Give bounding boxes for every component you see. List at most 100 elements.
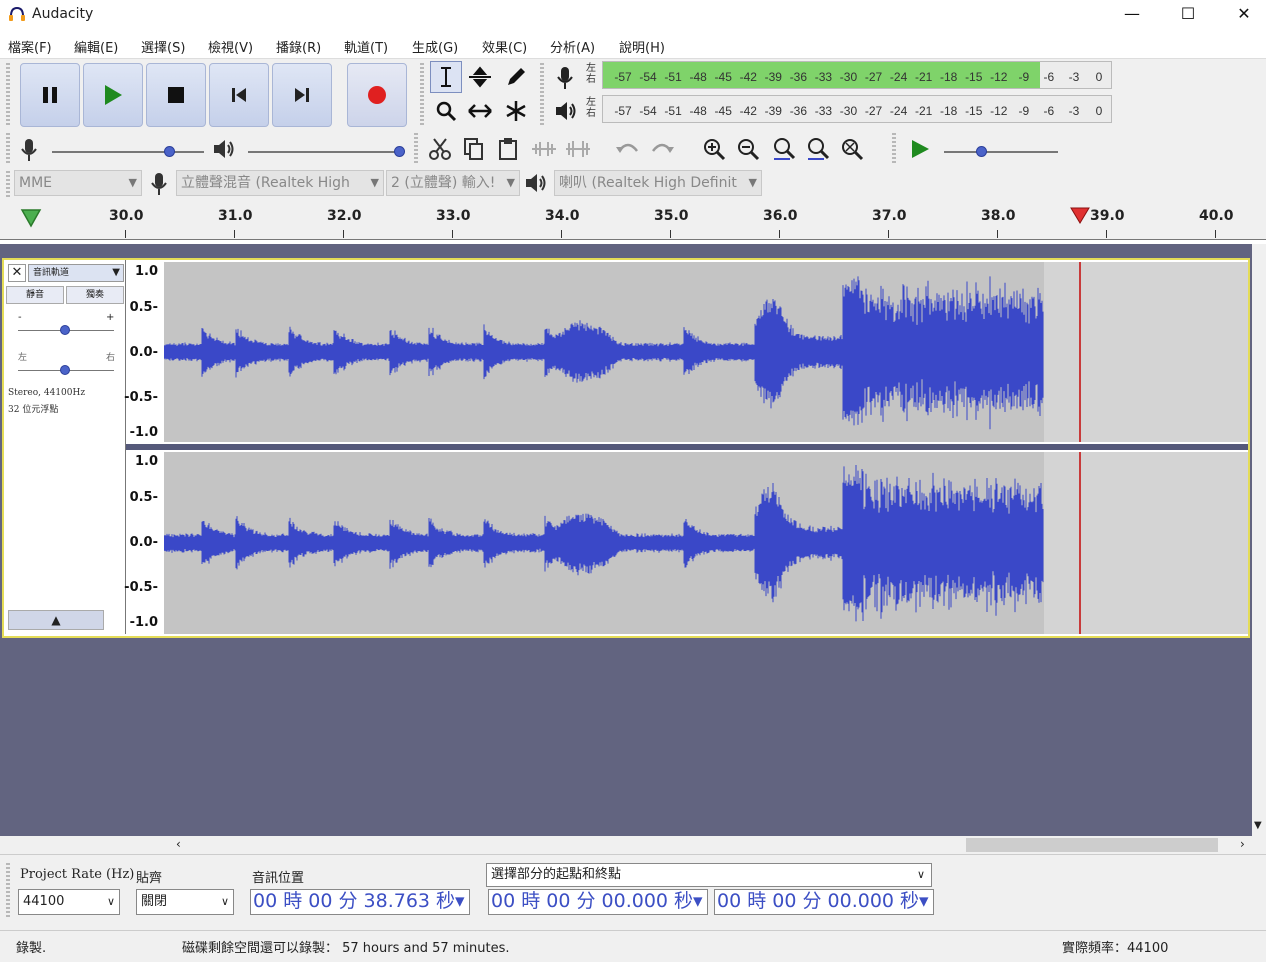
stop-button[interactable] xyxy=(146,63,206,127)
toolbar-grip[interactable] xyxy=(6,171,10,197)
zoom-out-button[interactable] xyxy=(732,133,764,165)
skip-start-button[interactable] xyxy=(209,63,269,127)
audio-position-time[interactable]: 00 時 00 分 38.763 秒▾ xyxy=(250,889,470,915)
meter-scale-label: -24 xyxy=(890,70,908,84)
menu-analyze[interactable]: 分析(A) xyxy=(550,37,595,56)
timeline-label: 32.0 xyxy=(327,208,362,224)
toolbar-grip[interactable] xyxy=(892,133,896,165)
multi-tool-button[interactable] xyxy=(500,95,532,127)
menu-file[interactable]: 檔案(F) xyxy=(8,37,52,56)
recording-volume-knob[interactable] xyxy=(164,146,175,157)
playback-speed-knob[interactable] xyxy=(976,146,987,157)
meter-scale-label: -48 xyxy=(689,70,707,84)
silence-button[interactable] xyxy=(562,133,594,165)
fit-selection-button[interactable] xyxy=(768,133,800,165)
horizontal-scrollbar[interactable]: ‹ › xyxy=(0,836,1266,854)
meter-scale-label: 0 xyxy=(1096,70,1103,84)
mute-button[interactable]: 靜音 xyxy=(6,286,64,304)
output-device-select[interactable]: 喇叭 (Realtek High Definit ▼ xyxy=(554,170,762,196)
horizontal-scroll-thumb[interactable] xyxy=(966,838,1218,852)
zoom-tool-button[interactable] xyxy=(430,95,462,127)
envelope-tool-button[interactable] xyxy=(464,61,496,93)
project-rate-select[interactable]: 44100 ∨ xyxy=(18,889,120,915)
record-meter-mic-icon[interactable] xyxy=(554,65,576,91)
menu-view[interactable]: 檢視(V) xyxy=(208,37,253,56)
menu-transport[interactable]: 播錄(R) xyxy=(276,37,321,56)
copy-button[interactable] xyxy=(458,133,490,165)
menu-tracks[interactable]: 軌道(T) xyxy=(344,37,388,56)
envelope-icon xyxy=(469,66,491,88)
playback-volume-slider[interactable] xyxy=(248,151,400,153)
track-collapse-button[interactable]: ▲ xyxy=(8,610,104,630)
playback-level-meter[interactable]: -57 -54 -51 -48 -45 -42 -39 -36 -33 -30 -27 -24 -21-… xyxy=(602,95,1112,123)
menu-select[interactable]: 選擇(S) xyxy=(141,37,185,56)
toolbar-grip[interactable] xyxy=(420,63,424,127)
vertical-scrollbar[interactable]: ▼ xyxy=(1252,244,1266,836)
minimize-button[interactable]: — xyxy=(1104,0,1160,30)
toolbar-grip[interactable] xyxy=(414,133,418,165)
scroll-left-arrow-icon[interactable]: ‹ xyxy=(176,837,181,851)
solo-button[interactable]: 獨奏 xyxy=(66,286,124,304)
record-button[interactable] xyxy=(347,63,407,127)
audio-host-select[interactable]: MME ▼ xyxy=(14,170,142,196)
toolbar-grip[interactable] xyxy=(6,863,10,919)
skip-end-icon xyxy=(295,88,309,102)
selection-end-time[interactable]: 00 時 00 分 00.000 秒▾ xyxy=(714,889,934,915)
menu-effect[interactable]: 效果(C) xyxy=(482,37,527,56)
silence-audio-icon xyxy=(566,141,590,157)
selection-start-time[interactable]: 00 時 00 分 00.000 秒▾ xyxy=(488,889,708,915)
channel-2-waveform[interactable] xyxy=(164,452,1248,634)
recording-volume-slider[interactable] xyxy=(52,151,204,153)
meter-scale-label: -45 xyxy=(715,70,733,84)
undo-button[interactable] xyxy=(612,133,644,165)
selection-mode-select[interactable]: 選擇部分的起點和終點 ∨ xyxy=(486,863,932,887)
channel-separator[interactable] xyxy=(126,444,1248,450)
scroll-right-arrow-icon[interactable]: › xyxy=(1240,837,1245,851)
selection-tool-button[interactable] xyxy=(430,61,462,93)
playback-speed-slider[interactable] xyxy=(944,151,1058,153)
channel-2-wave-svg xyxy=(164,465,1044,622)
chevron-down-icon: ∨ xyxy=(220,895,229,908)
channel-1-waveform[interactable] xyxy=(164,262,1248,442)
record-level-meter[interactable]: -57 -54 -51 -48 -45 -42 -39 -36 -33 -30 -27 -24 -21-… xyxy=(602,61,1112,89)
draw-tool-button[interactable] xyxy=(500,61,532,93)
scissors-icon xyxy=(429,138,451,160)
timeline-ruler[interactable]: 30.0 31.0 32.0 33.0 34.0 35.0 36.0 37.0 … xyxy=(0,200,1266,240)
input-device-select[interactable]: 立體聲混音 (Realtek High ▼ xyxy=(176,170,384,196)
play-at-speed-button[interactable] xyxy=(904,133,936,165)
playback-volume-knob[interactable] xyxy=(394,146,405,157)
playback-meter-scale: -57 -54 -51 -48 -45 -42 -39 -36 -33 -30 -27 -24 -21-… xyxy=(614,104,1102,118)
toolbar-grip[interactable] xyxy=(6,63,10,127)
skip-end-button[interactable] xyxy=(272,63,332,127)
track-close-button[interactable]: ✕ xyxy=(8,264,26,282)
zoom-toggle-button[interactable] xyxy=(836,133,868,165)
snap-to-select[interactable]: 關閉 ∨ xyxy=(136,889,234,915)
playhead-position-icon[interactable] xyxy=(1070,206,1090,224)
input-channels-select[interactable]: 2 (立體聲) 輸入! ▼ xyxy=(386,170,520,196)
meter-scale-label: -15 xyxy=(965,104,983,118)
pause-button[interactable] xyxy=(20,63,80,127)
redo-button[interactable] xyxy=(646,133,678,165)
cut-button[interactable] xyxy=(424,133,456,165)
track-pan-knob[interactable] xyxy=(60,365,70,375)
menu-generate[interactable]: 生成(G) xyxy=(412,37,458,56)
pencil-icon xyxy=(508,68,525,85)
close-window-button[interactable]: ✕ xyxy=(1216,0,1266,30)
paste-button[interactable] xyxy=(492,133,524,165)
track-gain-knob[interactable] xyxy=(60,325,70,335)
time-shift-tool-button[interactable] xyxy=(464,95,496,127)
scroll-down-arrow-icon[interactable]: ▼ xyxy=(1254,820,1262,831)
menu-help[interactable]: 說明(H) xyxy=(619,37,665,56)
trim-button[interactable] xyxy=(528,133,560,165)
playback-meter-speaker-icon[interactable] xyxy=(554,99,578,123)
track-name-menu[interactable]: 音訊軌道 ▼ xyxy=(28,264,124,282)
play-button[interactable] xyxy=(83,63,143,127)
playhead-start-icon[interactable] xyxy=(20,206,42,228)
toolbar-grip[interactable] xyxy=(540,63,544,127)
menu-edit[interactable]: 編輯(E) xyxy=(74,37,118,56)
toolbar-grip[interactable] xyxy=(6,133,10,165)
fit-project-button[interactable] xyxy=(802,133,834,165)
maximize-button[interactable]: ☐ xyxy=(1160,0,1216,30)
zoom-in-button[interactable] xyxy=(698,133,730,165)
track-name: 音訊軌道 xyxy=(33,268,70,278)
